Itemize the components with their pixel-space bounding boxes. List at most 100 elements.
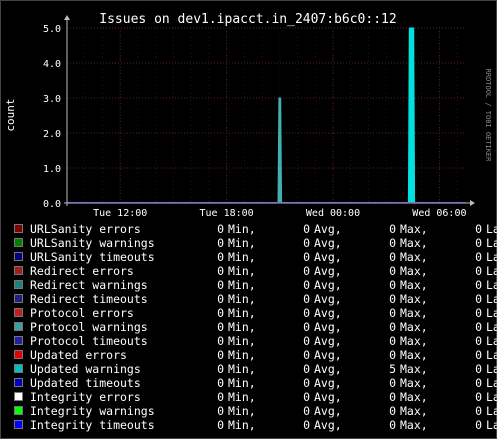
legend-max-value: 0 [389,418,396,432]
legend-last-label: Last [486,362,497,376]
y-tick-label: 0.0 [43,199,61,210]
legend-avg-label: Avg, [314,264,342,278]
chart-title: Issues on dev1.ipacct.in_2407:b6c0::12 [99,12,396,27]
x-tick-label: Tue 18:00 [200,208,254,219]
legend-max-value: 0 [389,250,396,264]
legend-last-value: 0 [475,348,482,362]
legend-series-name: Updated timeouts [30,376,141,390]
legend-min-value: 0 [217,376,224,390]
legend-max-value: 0 [389,376,396,390]
legend-last-label: Last [486,404,497,418]
rrdtool-watermark: RRDTOOL / TOBI OETIKER [484,69,492,163]
legend-max-value: 0 [389,404,396,418]
legend-series-name: Protocol timeouts [30,334,148,348]
legend-max-value: 0 [389,236,396,250]
legend-avg-value: 0 [303,362,310,376]
legend-max-label: Max, [400,362,428,376]
legend-max-label: Max, [400,292,428,306]
legend-min-label: Min, [228,250,256,264]
legend-series-name: Protocol warnings [30,320,148,334]
legend-max-value: 0 [389,320,396,334]
legend-max-value: 5 [389,362,396,376]
legend-max-label: Max, [400,348,428,362]
legend-swatch [14,406,23,415]
legend-last-label: Last [486,236,497,250]
legend-max-label: Max, [400,236,428,250]
legend-avg-label: Avg, [314,404,342,418]
legend-avg-value: 0 [303,278,310,292]
legend-swatch [14,322,23,331]
legend-avg-value: 0 [303,376,310,390]
legend-last-label: Last [486,222,497,236]
legend-row: Redirect timeouts 0 Min, 0 Avg, 0 Max, 0 Last [14,292,497,306]
legend-last-value: 0 [475,320,482,334]
legend-last-value: 0 [475,292,482,306]
legend-row: Updated warnings 0 Min, 0 Avg, 5 Max, 0 Last [14,362,497,376]
legend-max-label: Max, [400,390,428,404]
legend-avg-value: 0 [303,236,310,250]
legend-max-label: Max, [400,222,428,236]
legend-swatch [14,294,23,303]
legend-min-label: Min, [228,292,256,306]
legend-last-label: Last [486,320,497,334]
legend-last-label: Last [486,278,497,292]
legend-series-name: Integrity timeouts [30,418,155,432]
legend-last-label: Last [486,376,497,390]
legend-avg-value: 0 [303,250,310,264]
legend-min-value: 0 [217,362,224,376]
legend-min-value: 0 [217,264,224,278]
y-tick-label: 2.0 [43,129,61,140]
legend-swatch [14,364,23,373]
legend-last-label: Last [486,250,497,264]
legend-min-value: 0 [217,390,224,404]
legend-avg-label: Avg, [314,306,342,320]
legend-avg-value: 0 [303,222,310,236]
legend-row: Redirect warnings 0 Min, 0 Avg, 0 Max, 0 Last [14,278,497,292]
legend-avg-label: Avg, [314,292,342,306]
legend-last-label: Last [486,292,497,306]
legend-avg-label: Avg, [314,376,342,390]
legend-last-label: Last [486,418,497,432]
graph-image: Issues on dev1.ipacct.in_2407:b6c0::12 c… [0,0,497,439]
legend-avg-value: 0 [303,292,310,306]
legend-min-value: 0 [217,418,224,432]
legend-min-value: 0 [217,334,224,348]
legend-max-value: 0 [389,222,396,236]
legend-avg-label: Avg, [314,390,342,404]
legend-max-label: Max, [400,404,428,418]
legend-min-label: Min, [228,362,256,376]
legend-series-name: Redirect timeouts [30,292,148,306]
legend-last-value: 0 [475,278,482,292]
legend-last-value: 0 [475,250,482,264]
legend-min-value: 0 [217,236,224,250]
legend-swatch [14,224,23,233]
legend-row: URLSanity errors 0 Min, 0 Avg, 0 Max, 0 Last [14,222,497,236]
legend-row: Integrity timeouts 0 Min, 0 Avg, 0 Max, 0 Last [14,418,497,432]
legend: URLSanity errors 0 Min, 0 Avg, 0 Max, 0 Last URLS… [14,222,497,432]
legend-last-label: Last [486,390,497,404]
legend-row: Integrity errors 0 Min, 0 Avg, 0 Max, 0 Last [14,390,497,404]
legend-max-label: Max, [400,306,428,320]
legend-swatch [14,420,23,429]
legend-last-label: Last [486,334,497,348]
legend-series-name: Integrity errors [30,390,141,404]
legend-swatch [14,350,23,359]
legend-min-value: 0 [217,250,224,264]
legend-avg-value: 0 [303,334,310,348]
legend-series-name: URLSanity warnings [30,236,155,250]
legend-min-value: 0 [217,320,224,334]
legend-avg-value: 0 [303,264,310,278]
legend-last-label: Last [486,264,497,278]
legend-max-label: Max, [400,250,428,264]
legend-series-name: Redirect warnings [30,278,148,292]
x-tick-label: Wed 06:00 [412,208,466,219]
legend-avg-label: Avg, [314,278,342,292]
legend-row: Protocol timeouts 0 Min, 0 Avg, 0 Max, 0 Last [14,334,497,348]
legend-swatch [14,308,23,317]
legend-max-label: Max, [400,376,428,390]
legend-series-name: URLSanity errors [30,222,141,236]
legend-min-label: Min, [228,236,256,250]
legend-series-name: Updated warnings [30,362,141,376]
legend-last-value: 0 [475,362,482,376]
legend-last-value: 0 [475,236,482,250]
